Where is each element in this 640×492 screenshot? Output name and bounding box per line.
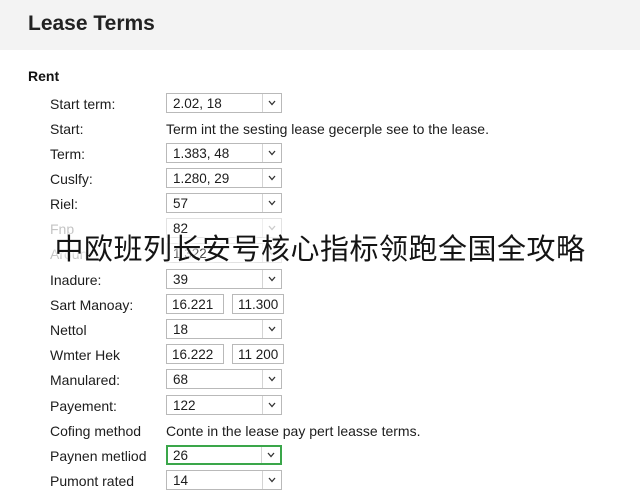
cuslfy-select[interactable]: 1.280, 29 — [166, 168, 282, 188]
field-label: Payement: — [50, 398, 117, 414]
chevron-down-icon — [262, 194, 281, 212]
field-label: Inadure: — [50, 272, 102, 288]
manulared-select[interactable]: 68 — [166, 369, 282, 389]
chevron-down-icon — [262, 144, 281, 162]
sart-manoay-input-2[interactable]: 11.300 — [232, 294, 284, 314]
header-bar: Lease Terms — [0, 0, 640, 50]
select-value: 26 — [173, 448, 189, 463]
term-select[interactable]: 1.383, 48 — [166, 143, 282, 163]
form-row-paynen-method: Paynen metliod 26 — [0, 445, 640, 467]
input-value: 16.221 — [172, 297, 214, 312]
form-row-pumont-rated: Pumont rated 14 — [0, 470, 640, 492]
sart-manoay-input-1[interactable]: 16.221 — [166, 294, 224, 314]
field-label: Cofing method — [50, 423, 142, 439]
field-label: Manulared: — [50, 372, 121, 388]
form-row-cofing-method: Cofing method Conte in the lease pay per… — [0, 420, 640, 442]
chevron-down-icon — [262, 169, 281, 187]
select-value: 18 — [173, 322, 189, 337]
form-row-start-term: Start term: 2.02, 18 — [0, 93, 640, 115]
select-value: 2.02, 18 — [173, 96, 222, 111]
wmter-hek-input-1[interactable]: 16.222 — [166, 344, 224, 364]
payement-select[interactable]: 122 — [166, 395, 282, 415]
input-value: 16.222 — [172, 347, 214, 362]
select-value: 14 — [173, 473, 189, 488]
field-label: Term: — [50, 146, 85, 162]
field-label: Start: — [50, 121, 84, 137]
field-label: Paynen metliod — [50, 448, 147, 464]
form-row-sart-manoay: Sart Manoay: 16.221 11.300 — [0, 294, 640, 316]
select-value: 68 — [173, 372, 189, 387]
start-term-select[interactable]: 2.02, 18 — [166, 93, 282, 113]
chevron-down-icon — [262, 370, 281, 388]
chevron-down-icon — [262, 320, 281, 338]
pumont-rated-select[interactable]: 14 — [166, 470, 282, 490]
input-value: 11.300 — [238, 297, 279, 312]
section-title: Rent — [28, 68, 60, 84]
form-row-start: Start: Term int the sesting lease gecerp… — [0, 118, 640, 140]
select-value: 39 — [173, 272, 189, 287]
chevron-down-icon — [262, 471, 281, 489]
riel-select[interactable]: 57 — [166, 193, 282, 213]
payment-method-select[interactable]: 26 — [166, 445, 282, 465]
form-row-riel: Riel: 57 — [0, 193, 640, 215]
select-value: 122 — [173, 398, 196, 413]
field-label: Wmter Hek — [50, 347, 120, 363]
nettol-select[interactable]: 18 — [166, 319, 282, 339]
form-row-payement: Payement: 122 — [0, 395, 640, 417]
form-row-nettol: Nettol 18 — [0, 319, 640, 341]
field-label: Nettol — [50, 322, 87, 338]
page-title: Lease Terms — [28, 12, 155, 35]
form-row-cuslfy: Cuslfy: 1.280, 29 — [0, 168, 640, 190]
chevron-down-icon — [261, 447, 280, 463]
chevron-down-icon — [262, 94, 281, 112]
input-value: 11 200 — [238, 347, 279, 362]
select-value: 57 — [173, 196, 189, 211]
field-label: Riel: — [50, 196, 79, 212]
field-description: Conte in the lease pay pert leasse terms… — [166, 423, 421, 439]
field-label: Cuslfy: — [50, 171, 93, 187]
form-row-manulared: Manulared: 68 — [0, 369, 640, 391]
select-value: 1.383, 48 — [173, 146, 230, 161]
select-value: 1.280, 29 — [173, 171, 230, 186]
form-row-term: Term: 1.383, 48 — [0, 143, 640, 165]
wmter-hek-input-2[interactable]: 11 200 — [232, 344, 284, 364]
field-label: Pumont rated — [50, 473, 135, 489]
overlay-caption: 中欧班列长安号核心指标领跑全国全攻略 — [54, 232, 586, 266]
inadure-select[interactable]: 39 — [166, 269, 282, 289]
field-label: Sart Manoay: — [50, 297, 134, 313]
chevron-down-icon — [262, 396, 281, 414]
field-description: Term int the sesting lease gecerple see … — [166, 121, 489, 137]
form-row-inadure: Inadure: 39 — [0, 269, 640, 291]
field-label: Start term: — [50, 96, 116, 112]
chevron-down-icon — [262, 270, 281, 288]
form-row-wmter-hek: Wmter Hek 16.222 11 200 — [0, 344, 640, 366]
